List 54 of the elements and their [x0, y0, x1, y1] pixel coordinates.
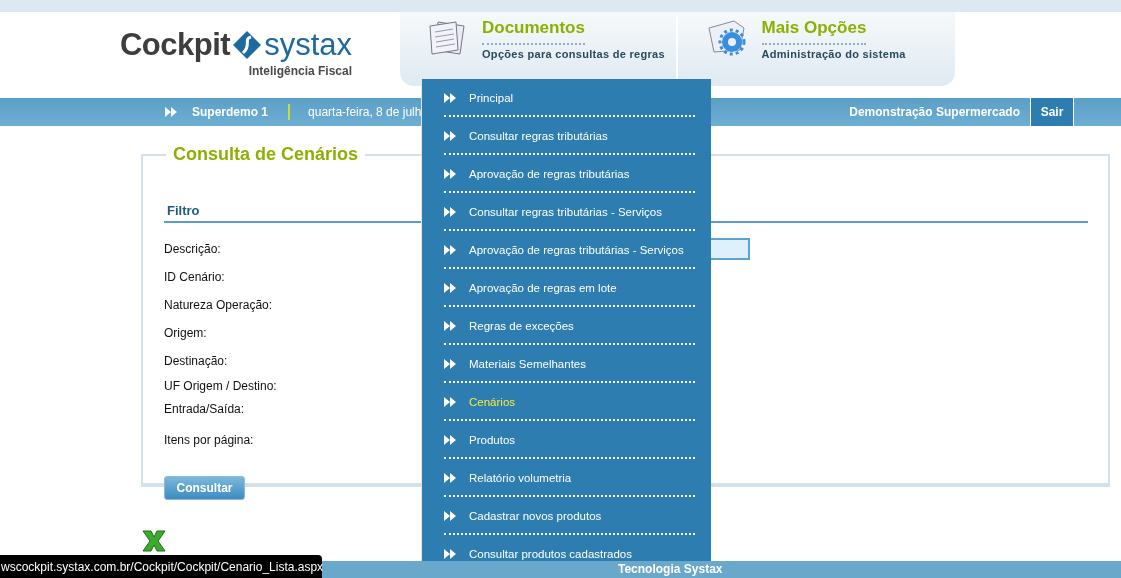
menu-item[interactable]: Materiais Semelhantes — [444, 345, 695, 383]
company-name: Demonstração Supermercado — [849, 105, 1020, 119]
double-arrow-icon — [444, 245, 456, 255]
double-arrow-icon — [444, 435, 456, 445]
double-arrow-icon — [444, 93, 456, 103]
tab-subtitle: Administração do sistema — [761, 48, 906, 60]
logout-button[interactable]: Sair — [1030, 98, 1074, 126]
menu-item[interactable]: Produtos — [444, 421, 695, 459]
user-name: Superdemo 1 — [192, 105, 269, 119]
double-arrow-icon — [444, 359, 456, 369]
tab-title: Documentos — [482, 18, 585, 45]
field-label: ID Cenário: — [164, 270, 225, 284]
menu-item[interactable]: Regras de exceções — [444, 307, 695, 345]
field-label: UF Origem / Destino: — [164, 379, 277, 393]
double-arrow-icon — [444, 131, 456, 141]
double-arrow-icon — [444, 397, 456, 407]
brand-name: systax — [264, 28, 352, 62]
field-label: Descrição: — [164, 242, 221, 256]
documents-icon — [426, 18, 468, 56]
tab-subtitle: Opções para consultas de regras — [482, 48, 665, 60]
double-arrow-icon — [165, 107, 177, 117]
menu-item[interactable]: Consultar regras tributárias - Serviços — [444, 193, 695, 231]
double-arrow-icon — [444, 511, 456, 521]
gear-document-icon — [705, 18, 748, 56]
panel-title: Consulta de Cenários — [172, 144, 360, 165]
menu-item[interactable]: Aprovação de regras tributárias - Serviços — [444, 231, 695, 269]
double-arrow-icon — [444, 283, 456, 293]
excel-x-icon — [142, 530, 166, 552]
tab-title: Mais Opções — [761, 18, 867, 45]
diamond-logo-icon — [232, 30, 263, 60]
double-arrow-icon — [444, 169, 456, 179]
field-label: Entrada/Saída: — [164, 402, 245, 416]
double-arrow-icon — [444, 207, 456, 217]
brand-name: Cockpit — [119, 28, 231, 62]
menu-item[interactable]: Principal — [444, 79, 695, 117]
field-label: Origem: — [164, 326, 207, 340]
field-label: Itens por página: — [164, 433, 254, 447]
date-text: quarta-feira, 8 de julh — [308, 105, 422, 119]
double-arrow-icon — [444, 473, 456, 483]
menu-item[interactable]: Relatório volumetria — [444, 459, 695, 497]
logo-tagline: Inteligência Fiscal — [248, 64, 352, 78]
field-label: Natureza Operação: — [164, 298, 273, 312]
double-arrow-icon — [444, 321, 456, 331]
consult-button[interactable]: Consultar — [164, 476, 245, 500]
menu-item[interactable]: Aprovação de regras em lote — [444, 269, 695, 307]
footer-text: Tecnologia Systax — [618, 562, 723, 576]
menu-item[interactable]: Consultar regras tributárias — [444, 117, 695, 155]
double-arrow-icon — [444, 549, 456, 559]
text-field[interactable] — [711, 238, 750, 260]
nav-tab[interactable]: Mais Opções Administração do sistema — [705, 16, 955, 86]
menu-item[interactable]: Aprovação de regras tributárias — [444, 155, 695, 193]
field-label: Destinação: — [164, 354, 228, 368]
menu-item[interactable]: Cadastrar novos produtos — [444, 497, 695, 535]
menu-item[interactable]: Cenários — [444, 383, 695, 421]
